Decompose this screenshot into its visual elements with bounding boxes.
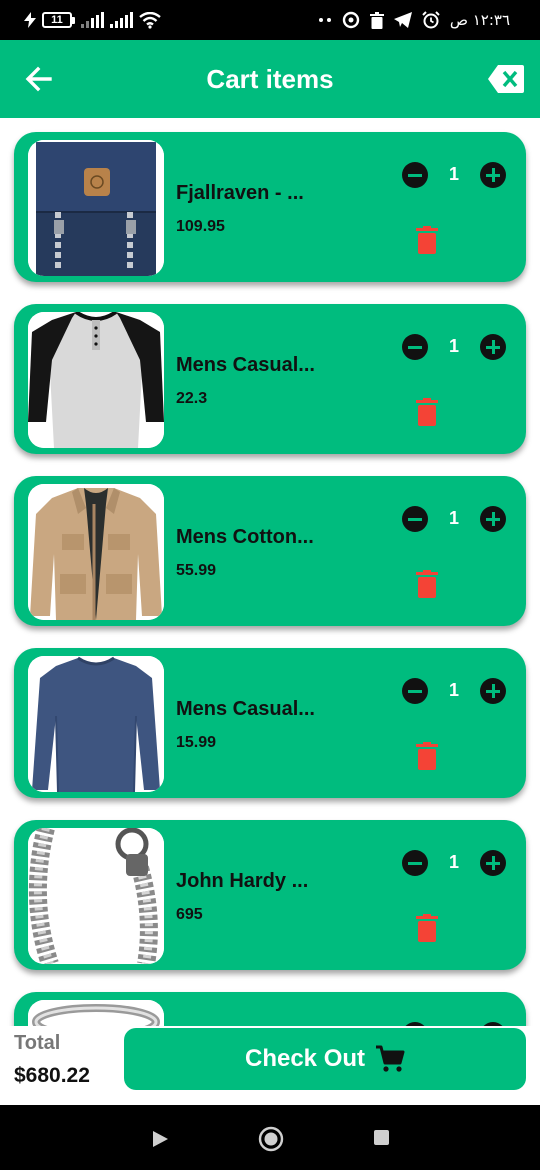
- cart-item[interactable]: Mens Casual... 22.3 1: [14, 304, 526, 454]
- system-nav-bar: [0, 1105, 540, 1170]
- quantity-value: 1: [448, 680, 459, 700]
- delete-icon[interactable]: [416, 226, 438, 254]
- charging-bolt-icon: [24, 12, 36, 28]
- delete-icon[interactable]: [416, 914, 438, 942]
- quantity-stepper: 1: [402, 850, 508, 876]
- cart-item[interactable]: 1: [14, 992, 526, 1026]
- cart-item[interactable]: John Hardy ... 695 1: [14, 820, 526, 970]
- shopping-cart-icon: [376, 1045, 405, 1072]
- quantity-value: 1: [448, 164, 459, 184]
- product-name: Mens Casual...: [176, 354, 315, 376]
- product-price: 55.99: [176, 562, 217, 579]
- delete-icon[interactable]: [416, 742, 438, 770]
- status-bar: 11 ١٢:٣٦ ص: [0, 0, 540, 40]
- delete-icon[interactable]: [416, 570, 438, 598]
- product-image[interactable]: [28, 140, 164, 276]
- dots-icon: [318, 18, 331, 22]
- quantity-stepper: 1: [402, 506, 508, 532]
- status-right: ١٢:٣٦ ص: [318, 9, 510, 31]
- quantity-value: 1: [448, 336, 459, 356]
- total-label: Total: [14, 1032, 61, 1054]
- backspace-clear-icon[interactable]: [488, 65, 524, 93]
- decrease-quantity-button[interactable]: [402, 162, 428, 188]
- increase-quantity-button[interactable]: [480, 162, 506, 188]
- data-saver-icon: [342, 11, 360, 29]
- quantity-value: 1: [448, 852, 459, 872]
- quantity-stepper: 1: [402, 162, 508, 188]
- quantity-stepper: 1: [402, 334, 508, 360]
- cart-item[interactable]: Fjallraven - ... 109.95 1: [14, 132, 526, 282]
- product-price: 22.3: [176, 390, 208, 407]
- checkout-bar: Total $680.22 Check Out: [0, 1026, 540, 1105]
- product-name: Mens Cotton...: [176, 526, 314, 548]
- checkout-label: Check Out: [244, 1045, 366, 1072]
- product-name: Mens Casual...: [176, 698, 315, 720]
- page-title: Cart items: [206, 64, 334, 94]
- telegram-icon: [393, 12, 412, 28]
- increase-quantity-button[interactable]: [480, 850, 506, 876]
- battery-level: 11: [42, 12, 72, 28]
- nav-home-icon[interactable]: [258, 1126, 284, 1152]
- cart-list[interactable]: Fjallraven - ... 109.95 1 Mens Casual...…: [0, 118, 540, 1026]
- checkout-button[interactable]: Check Out: [124, 1028, 526, 1090]
- product-name: John Hardy ...: [176, 870, 309, 892]
- product-image[interactable]: [28, 828, 164, 964]
- increase-quantity-button[interactable]: [480, 506, 506, 532]
- product-name: Fjallraven - ...: [176, 182, 304, 204]
- decrease-quantity-button[interactable]: [402, 506, 428, 532]
- product-image[interactable]: [28, 1000, 164, 1026]
- signal-icon: [110, 12, 133, 28]
- decrease-quantity-button[interactable]: [402, 678, 428, 704]
- increase-quantity-button[interactable]: [480, 678, 506, 704]
- product-price: 15.99: [176, 734, 217, 751]
- alarm-icon: [422, 11, 440, 29]
- decrease-quantity-button[interactable]: [402, 850, 428, 876]
- nav-recents-icon[interactable]: [374, 1130, 389, 1145]
- quantity-value: 1: [448, 508, 459, 528]
- wifi-icon: [139, 11, 161, 29]
- product-image[interactable]: [28, 312, 164, 448]
- status-left: 11: [24, 9, 161, 31]
- increase-quantity-button[interactable]: [480, 334, 506, 360]
- decrease-quantity-button[interactable]: [402, 334, 428, 360]
- total-value: $680.22: [14, 1064, 90, 1087]
- product-image[interactable]: [28, 484, 164, 620]
- battery-icon: 11: [42, 12, 75, 28]
- signal-icon: [81, 12, 104, 28]
- cart-item[interactable]: Mens Casual... 15.99 1: [14, 648, 526, 798]
- delete-icon[interactable]: [416, 398, 438, 426]
- product-price: 109.95: [176, 218, 225, 235]
- status-time: ١٢:٣٦ ص: [449, 11, 510, 29]
- product-price: 695: [176, 906, 203, 923]
- app-bar: Cart items: [0, 40, 540, 118]
- product-image[interactable]: [28, 656, 164, 792]
- cart-item[interactable]: Mens Cotton... 55.99 1: [14, 476, 526, 626]
- nav-back-icon[interactable]: [150, 1129, 170, 1149]
- trash-icon: [369, 11, 384, 29]
- quantity-stepper: 1: [402, 678, 508, 704]
